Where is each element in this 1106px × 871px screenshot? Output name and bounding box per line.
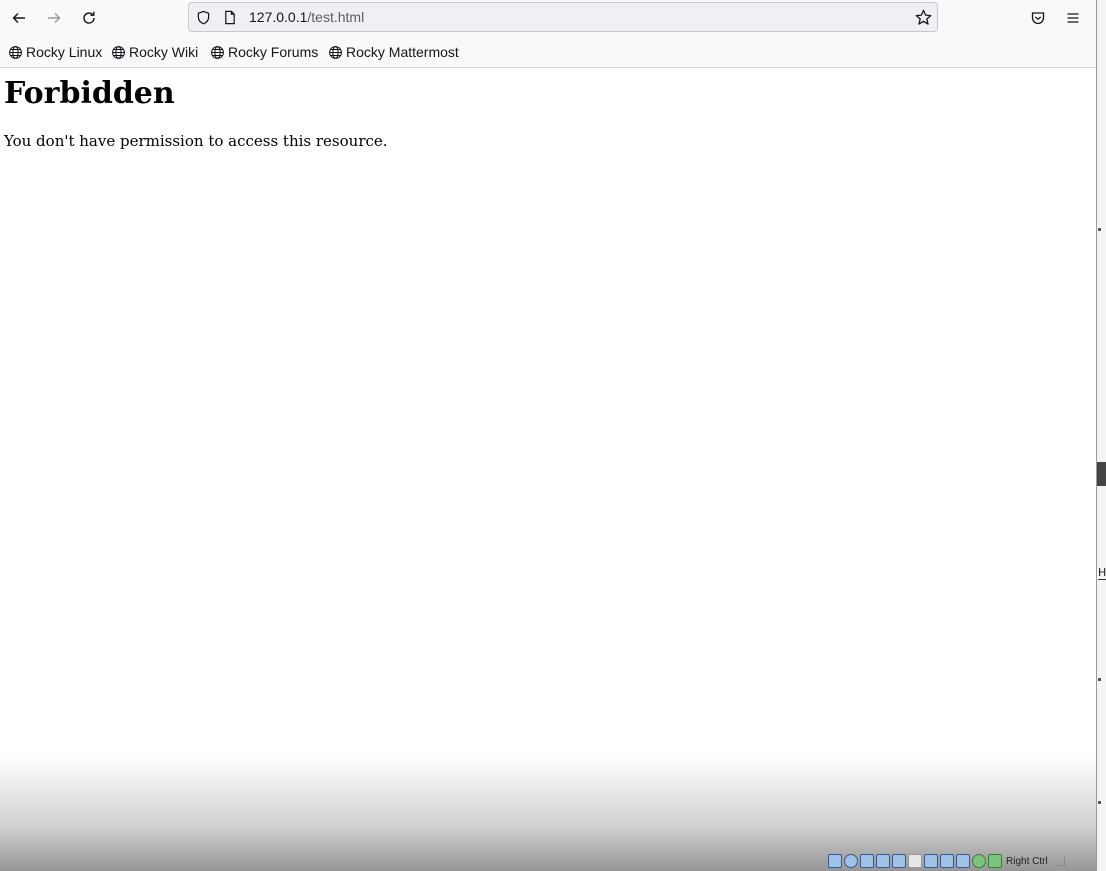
page-title: Forbidden	[4, 76, 175, 111]
page-info-icon[interactable]	[223, 10, 237, 25]
forward-arrow-icon	[48, 13, 61, 23]
video-capture-icon[interactable]	[940, 854, 954, 868]
reload-icon	[83, 11, 95, 24]
network-icon[interactable]	[876, 854, 890, 868]
display-icon[interactable]	[924, 854, 938, 868]
bookmark-rocky-forums[interactable]: Rocky Forums	[210, 42, 318, 62]
globe-icon	[211, 45, 224, 59]
back-arrow-icon	[12, 13, 25, 23]
resize-grip-icon[interactable]	[1055, 856, 1065, 866]
shared-folders-icon[interactable]	[908, 854, 922, 868]
edge-tick	[1098, 801, 1101, 804]
edge-tick	[1098, 678, 1101, 681]
bookmark-label: Rocky Linux	[26, 44, 103, 60]
page-content: Forbidden You don't have permission to a…	[0, 68, 1096, 871]
hard-disk-icon[interactable]	[828, 854, 842, 868]
navigation-toolbar: 127.0.0.1/test.html	[0, 0, 1096, 36]
pocket-icon	[1031, 12, 1045, 25]
bookmark-rocky-mattermost[interactable]: Rocky Mattermost	[328, 42, 459, 62]
edge-tick	[1098, 228, 1101, 231]
browser-window: 127.0.0.1/test.html Rocky Linux Rocky Wi…	[0, 0, 1096, 871]
bookmark-label: Rocky Mattermost	[346, 44, 459, 60]
edge-scroll-thumb[interactable]	[1097, 462, 1106, 486]
bookmark-rocky-wiki[interactable]: Rocky Wiki	[111, 42, 198, 62]
vm-status-bar: Right Ctrl	[828, 852, 1065, 870]
pocket-button[interactable]	[1026, 6, 1050, 30]
mouse-integration-icon[interactable]	[972, 854, 986, 868]
bookmark-star-icon[interactable]	[915, 9, 932, 26]
bookmark-label: Rocky Forums	[228, 44, 319, 60]
globe-icon	[112, 45, 125, 59]
vm-window-edge	[1096, 0, 1106, 871]
url-text[interactable]: 127.0.0.1/test.html	[249, 3, 364, 31]
bookmarks-toolbar: Rocky Linux Rocky Wiki Rocky Forums Rock…	[0, 36, 1096, 68]
globe-icon	[329, 45, 342, 59]
url-host: 127.0.0.1	[249, 9, 308, 25]
edge-letter: H	[1098, 566, 1106, 580]
forward-button[interactable]	[42, 6, 66, 30]
audio-icon[interactable]	[860, 854, 874, 868]
keyboard-capture-icon[interactable]	[988, 854, 1002, 868]
cpu-icon[interactable]	[956, 854, 970, 868]
globe-icon	[9, 45, 22, 59]
tracking-protection-shield-icon[interactable]	[196, 10, 211, 25]
hamburger-menu-icon	[1067, 13, 1079, 23]
url-path: /test.html	[307, 9, 365, 25]
reload-button[interactable]	[77, 6, 101, 30]
app-menu-button[interactable]	[1061, 6, 1085, 30]
bookmark-rocky-linux[interactable]: Rocky Linux	[8, 42, 102, 62]
back-button[interactable]	[7, 6, 31, 30]
optical-drive-icon[interactable]	[844, 854, 858, 868]
bookmark-label: Rocky Wiki	[129, 44, 199, 60]
host-key-label: Right Ctrl	[1006, 855, 1048, 867]
url-bar[interactable]: 127.0.0.1/test.html	[188, 2, 938, 32]
error-message: You don't have permission to access this…	[4, 132, 388, 150]
usb-icon[interactable]	[892, 854, 906, 868]
